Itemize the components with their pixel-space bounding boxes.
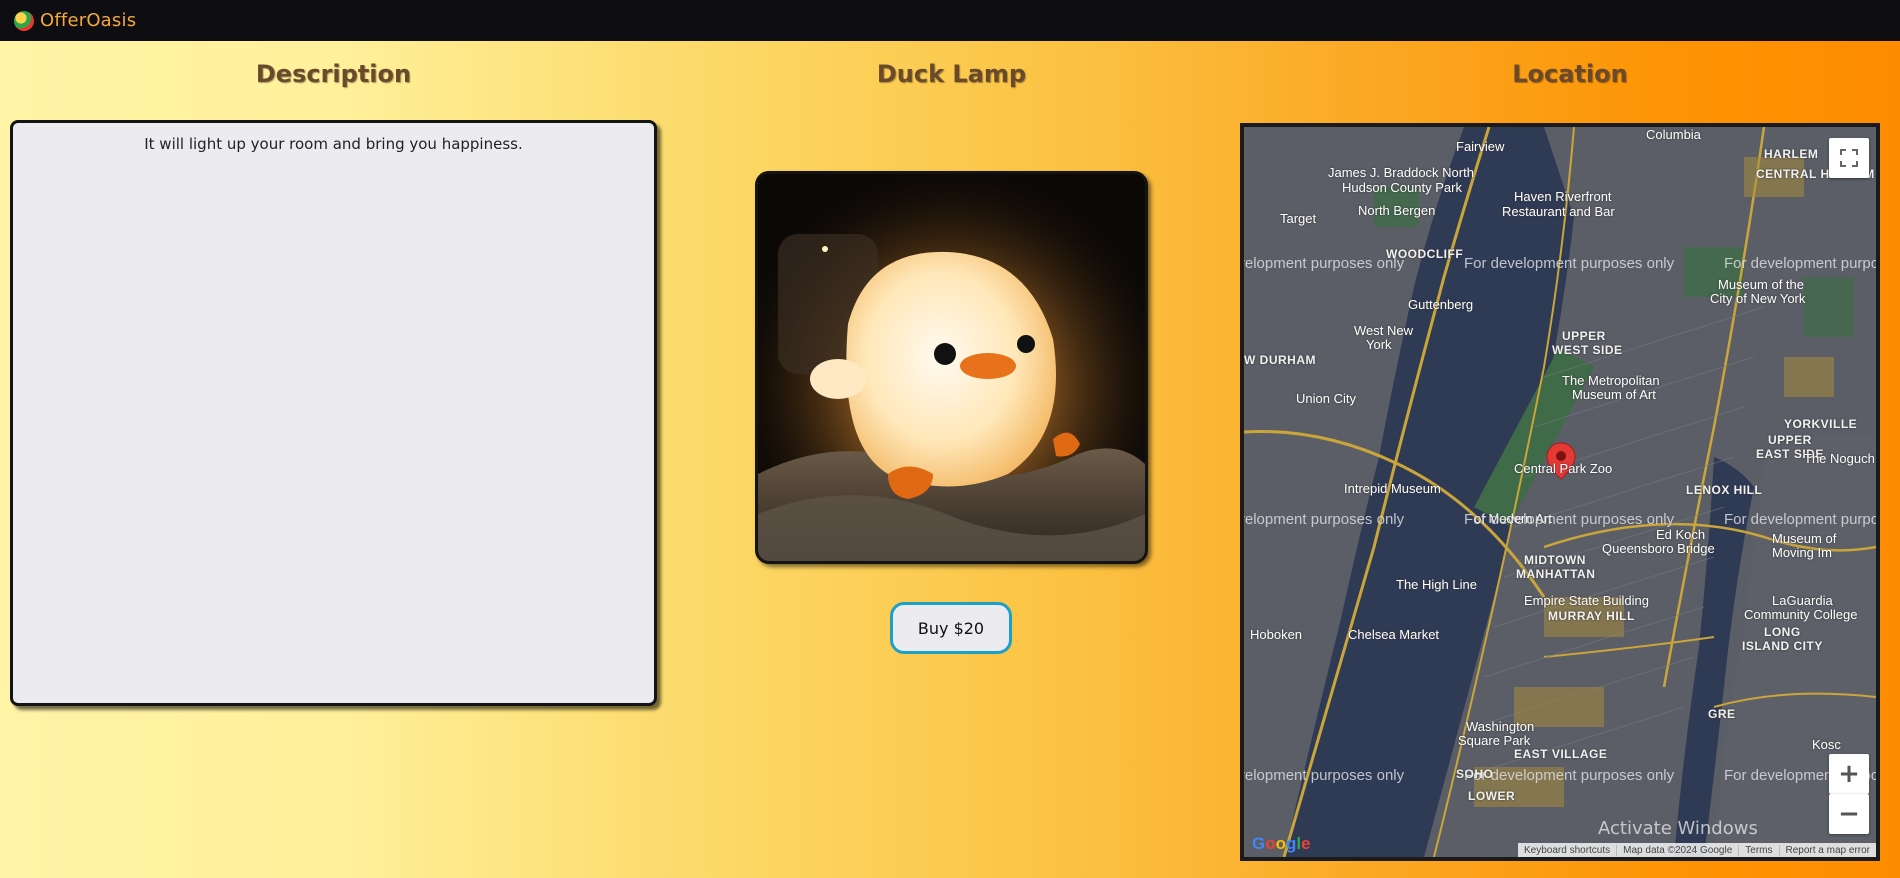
map-label-lenox: LENOX HILL <box>1686 483 1763 497</box>
location-title: Location <box>1512 60 1628 88</box>
map-label-east-village: EAST VILLAGE <box>1514 747 1608 761</box>
map-label-central-park-zoo: Central Park Zoo <box>1514 461 1613 476</box>
map-label-gre: GRE <box>1708 707 1736 721</box>
dev-watermark: For development purposes only <box>1464 255 1675 272</box>
map-label-haven: Haven Riverfront <box>1514 189 1612 204</box>
map-label-midtown: MIDTOWN <box>1524 553 1586 567</box>
map-label-w-durham: W DURHAM <box>1244 353 1316 367</box>
map-label-target: Target <box>1280 211 1317 226</box>
map-label-james: James J. Braddock North <box>1328 165 1474 180</box>
map-label-union-city: Union City <box>1296 391 1356 406</box>
map-label-manhattan: MANHATTAN <box>1516 567 1596 581</box>
zoom-out-button[interactable]: − <box>1829 794 1869 834</box>
map-label-north-bergen: North Bergen <box>1358 203 1436 218</box>
brand-name[interactable]: OfferOasis <box>40 10 136 31</box>
map-label-museum-moving2: Moving Im <box>1772 545 1832 560</box>
map-attribution: Keyboard shortcuts Map data ©2024 Google… <box>1517 843 1876 857</box>
product-title: Duck Lamp <box>876 60 1027 88</box>
map-label-long-island: LONG <box>1764 625 1801 639</box>
terms-link[interactable]: Terms <box>1738 844 1778 856</box>
dev-watermark: For development purposes only <box>1464 767 1675 784</box>
map-label-museum-city2: City of New York <box>1710 291 1806 306</box>
top-navbar: OfferOasis <box>0 0 1900 41</box>
location-map[interactable]: Fairview Columbia HARLEM CENTRAL HARLEM … <box>1240 123 1880 861</box>
report-map-error-link[interactable]: Report a map error <box>1778 844 1876 856</box>
map-label-high-line: The High Line <box>1396 577 1477 592</box>
map-label-intrepid: Intrepid Museum <box>1344 481 1441 496</box>
map-label-harlem: HARLEM <box>1764 147 1819 161</box>
activate-windows-watermark: Activate Windows <box>1598 818 1758 839</box>
map-label-chelsea: Chelsea Market <box>1348 627 1440 642</box>
map-label-washington: Washington <box>1466 719 1535 734</box>
map-label-laguardia2: Community College <box>1744 607 1858 622</box>
map-label-upper-west: UPPER <box>1562 329 1606 343</box>
map-label-upper-west2: WEST SIDE <box>1552 343 1623 357</box>
map-label-west-ny: West New <box>1354 323 1413 338</box>
dev-watermark: For development purposes only <box>1464 511 1675 528</box>
map-label-fairview: Fairview <box>1456 139 1505 154</box>
map-label-west-ny2: York <box>1366 337 1392 352</box>
dev-watermark: For development purposes only <box>1244 255 1405 272</box>
google-logo[interactable]: Google <box>1252 834 1311 854</box>
map-label-washington2: Square Park <box>1458 733 1531 748</box>
map-label-empire: Empire State Building <box>1524 593 1650 608</box>
map-label-haven2: Restaurant and Bar <box>1502 204 1615 219</box>
description-text: It will light up your room and bring you… <box>144 135 523 153</box>
description-panel: It will light up your room and bring you… <box>10 120 657 706</box>
product-image <box>755 171 1148 564</box>
map-label-hoboken: Hoboken <box>1250 627 1303 642</box>
map-label-ed-koch: Ed Koch <box>1656 527 1706 542</box>
fullscreen-icon <box>1840 149 1858 167</box>
map-data-text: Map data ©2024 Google <box>1616 844 1738 856</box>
fullscreen-button[interactable] <box>1829 138 1869 178</box>
map-label-long-island2: ISLAND CITY <box>1742 639 1823 653</box>
zoom-in-button[interactable]: + <box>1829 754 1869 794</box>
dev-watermark: For development purposes only <box>1244 767 1405 784</box>
map-label-queensboro: Queensboro Bridge <box>1602 541 1715 556</box>
description-title: Description <box>255 60 412 88</box>
map-label-lower: LOWER <box>1468 789 1516 803</box>
map-label-museum-city: Museum of the <box>1718 277 1804 292</box>
map-label-hudson: Hudson County Park <box>1342 180 1462 195</box>
map-label-met: The Metropolitan <box>1562 373 1660 388</box>
map-label-laguardia: LaGuardia <box>1772 593 1833 608</box>
dev-watermark: For development purposes only <box>1724 511 1880 528</box>
map-label-murray: MURRAY HILL <box>1548 609 1635 623</box>
dev-watermark: For development purposes only <box>1244 511 1405 528</box>
map-label-kosc: Kosc <box>1812 737 1841 752</box>
keyboard-shortcuts-link[interactable]: Keyboard shortcuts <box>1518 845 1616 856</box>
map-label-guttenberg: Guttenberg <box>1408 297 1474 312</box>
map-label-upper-east: UPPER <box>1768 433 1812 447</box>
map-label-columbia: Columbia <box>1646 127 1701 142</box>
map-label-noguchi: The Noguch <box>1804 451 1875 466</box>
map-label-yorkville: YORKVILLE <box>1784 417 1858 431</box>
duck-lamp-illustration <box>758 174 1145 561</box>
dev-watermark: For development purposes only <box>1724 255 1880 272</box>
map-label-museum-moving: Museum of <box>1772 531 1837 546</box>
map-label-met2: Museum of Art <box>1572 387 1656 402</box>
buy-button[interactable]: Buy $20 <box>890 602 1012 654</box>
globe-logo-icon[interactable] <box>14 10 34 31</box>
